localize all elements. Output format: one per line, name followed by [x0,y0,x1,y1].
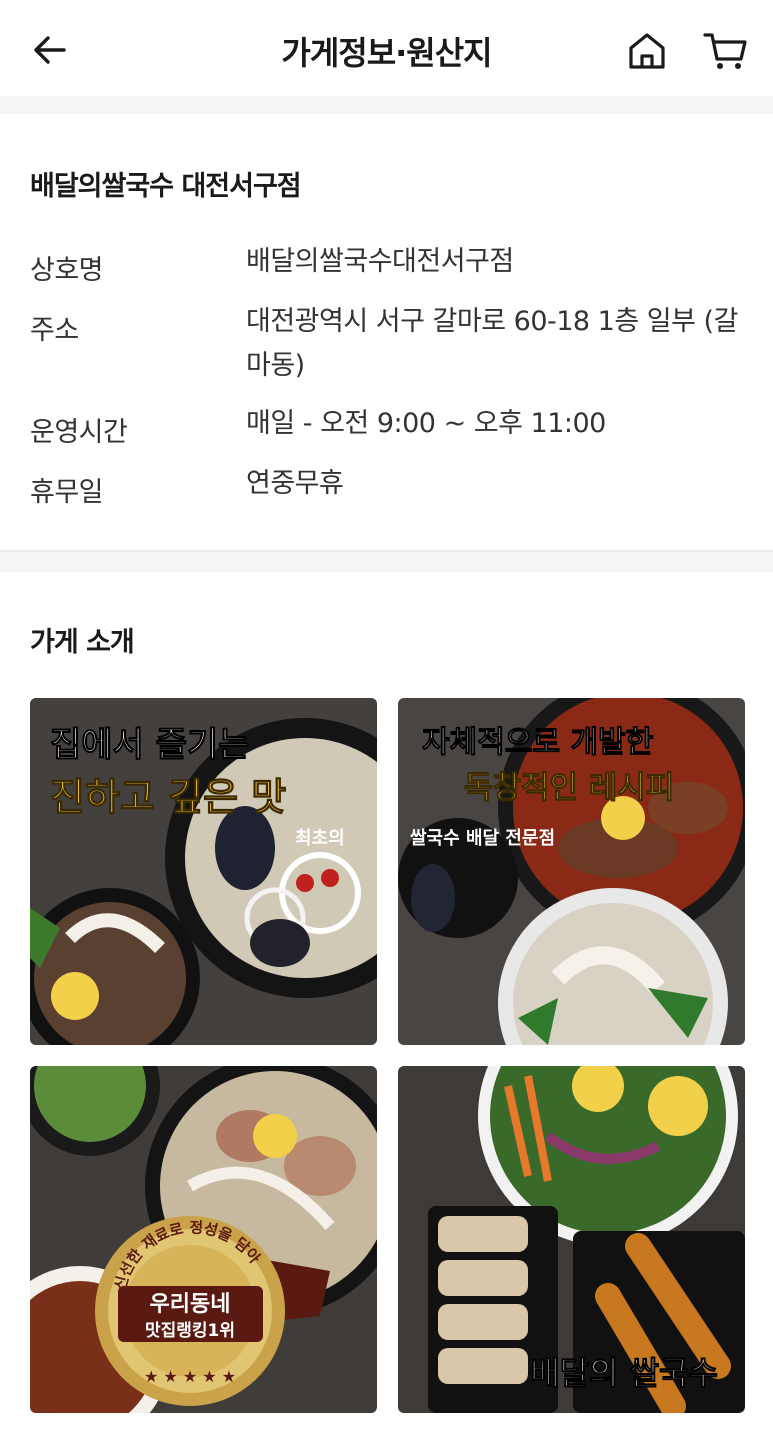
image-headline-accent: 독창적인 레시피 [464,770,674,806]
store-name: 배달의쌀국수 대전서구점 [30,171,302,202]
app-header: 가게정보·원산지 [0,0,773,96]
info-label: 주소 [30,315,79,346]
badge-main-text: 우리동네 [150,1292,231,1317]
intro-image-3[interactable]: 우리동네 맛집랭킹1위 신선한 재료로 정성을 담아 ★ ★ ★ ★ ★ [30,1066,377,1413]
badge-stars: ★ ★ ★ ★ ★ [144,1367,236,1386]
info-label: 휴무일 [30,477,104,508]
intro-image-2[interactable]: 자체적으로 개발한 독창적인 레시피 쌀국수 배달 전문점 [398,698,745,1045]
info-label: 상호명 [30,255,104,286]
info-value: 대전광역시 서구 갈마로 60-18 1층 일부 (갈마동) [246,306,738,381]
image-headline: 집에서 즐기는 [50,725,250,765]
info-value: 배달의쌀국수대전서구점 [246,246,514,277]
intro-title: 가게 소개 [30,627,135,658]
image-headline-accent: 진하고 깊은 맛 [50,775,286,819]
intro-image-4[interactable]: 배달의 쌀국수 [398,1066,745,1413]
info-value: 연중무휴 [246,468,344,499]
section-divider [0,96,773,114]
image-headline: 자체적으로 개발한 [422,725,654,760]
image-caption: 배달의 쌀국수 [530,1354,718,1392]
info-value: 매일 - 오전 9:00 ~ 오후 11:00 [246,408,606,439]
badge-sub-text: 맛집랭킹1위 [145,1321,235,1341]
cart-icon[interactable] [702,30,748,72]
info-label: 운영시간 [30,417,128,448]
section-divider [0,550,773,572]
home-icon[interactable] [626,30,668,72]
image-subtext: 쌀국수 배달 전문점 [410,828,555,849]
intro-image-1[interactable]: 집에서 즐기는 진하고 깊은 맛 최초의 [30,698,377,1045]
image-subtext: 최초의 [295,828,345,849]
